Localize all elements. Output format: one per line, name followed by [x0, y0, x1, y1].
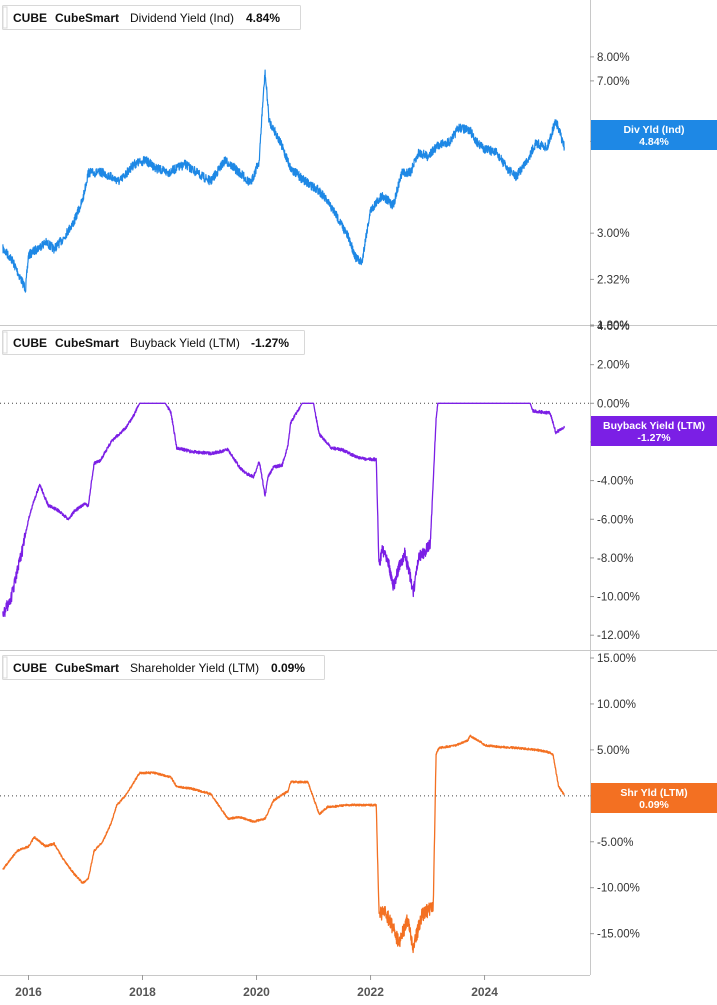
x-tick-label: 2016	[15, 985, 42, 999]
x-tick-label: 2024	[471, 985, 498, 999]
legend-current-value: -1.27%	[251, 336, 289, 350]
chart-canvas: 8.00%7.00%5.00%3.00%2.32%1.80%4.00%2.00%…	[0, 0, 717, 999]
y-tick-label: -8.00%	[597, 553, 633, 565]
legend-color-swatch	[2, 331, 8, 354]
y-tick-label: 7.00%	[597, 76, 630, 88]
y-tick-label: 15.00%	[597, 653, 636, 665]
y-tick-label: -6.00%	[597, 514, 633, 526]
legend-metric: Dividend Yield (Ind)	[130, 11, 234, 25]
legend-metric: Buyback Yield (LTM)	[130, 336, 240, 350]
y-tick-label: 3.00%	[597, 228, 630, 240]
series-line-2	[2, 402, 565, 618]
y-tick-label: -15.00%	[597, 929, 640, 941]
legend-ticker: CUBE	[13, 336, 47, 350]
y-tick-label: 5.00%	[597, 745, 630, 757]
x-tick-label: 2018	[129, 985, 156, 999]
legend-company: CubeSmart	[55, 11, 119, 25]
y-tick-label: 2.00%	[597, 360, 630, 372]
value-tag-label: Buyback Yield (LTM)	[603, 420, 705, 432]
series-legend-1: CUBE CubeSmart Dividend Yield (Ind) 4.84%	[2, 5, 301, 30]
series-legend-2: CUBE CubeSmart Buyback Yield (LTM) -1.27%	[2, 330, 305, 355]
legend-ticker: CUBE	[13, 11, 47, 25]
y-tick-label: -12.00%	[597, 630, 640, 642]
legend-company: CubeSmart	[55, 661, 119, 675]
y-tick-label: 4.00%	[597, 321, 630, 333]
x-tick-label: 2022	[357, 985, 384, 999]
legend-ticker: CUBE	[13, 661, 47, 675]
y-tick-label: 8.00%	[597, 52, 630, 64]
value-tag-label: Shr Yld (LTM)	[620, 787, 687, 799]
x-tick-label: 2020	[243, 985, 270, 999]
y-tick-label: -4.00%	[597, 476, 633, 488]
series-line-3	[2, 734, 565, 954]
series-line-1	[2, 69, 565, 293]
value-tag-value: 0.09%	[639, 799, 669, 811]
y-tick-label: 10.00%	[597, 699, 636, 711]
series-legend-3: CUBE CubeSmart Shareholder Yield (LTM) 0.09…	[2, 655, 325, 680]
y-tick-label: -5.00%	[597, 837, 633, 849]
legend-current-value: 4.84%	[246, 11, 280, 25]
y-tick-label: 0.00%	[597, 398, 630, 410]
value-tag-value: 4.84%	[639, 136, 669, 148]
legend-metric: Shareholder Yield (LTM)	[130, 661, 259, 675]
legend-current-value: 0.09%	[271, 661, 305, 675]
axis-layer: 8.00%7.00%5.00%3.00%2.32%1.80%4.00%2.00%…	[15, 52, 640, 999]
value-tag-value: -1.27%	[637, 432, 671, 444]
legend-color-swatch	[2, 656, 8, 679]
legend-company: CubeSmart	[55, 336, 119, 350]
y-tick-label: 2.32%	[597, 274, 630, 286]
legend-layer: CUBE CubeSmart Dividend Yield (Ind) 4.84%CU…	[2, 5, 325, 680]
y-tick-label: -10.00%	[597, 592, 640, 604]
y-tick-label: -10.00%	[597, 883, 640, 895]
legend-color-swatch	[2, 6, 8, 29]
series-layer	[2, 69, 565, 954]
value-tag-label: Div Yld (Ind)	[623, 124, 684, 136]
